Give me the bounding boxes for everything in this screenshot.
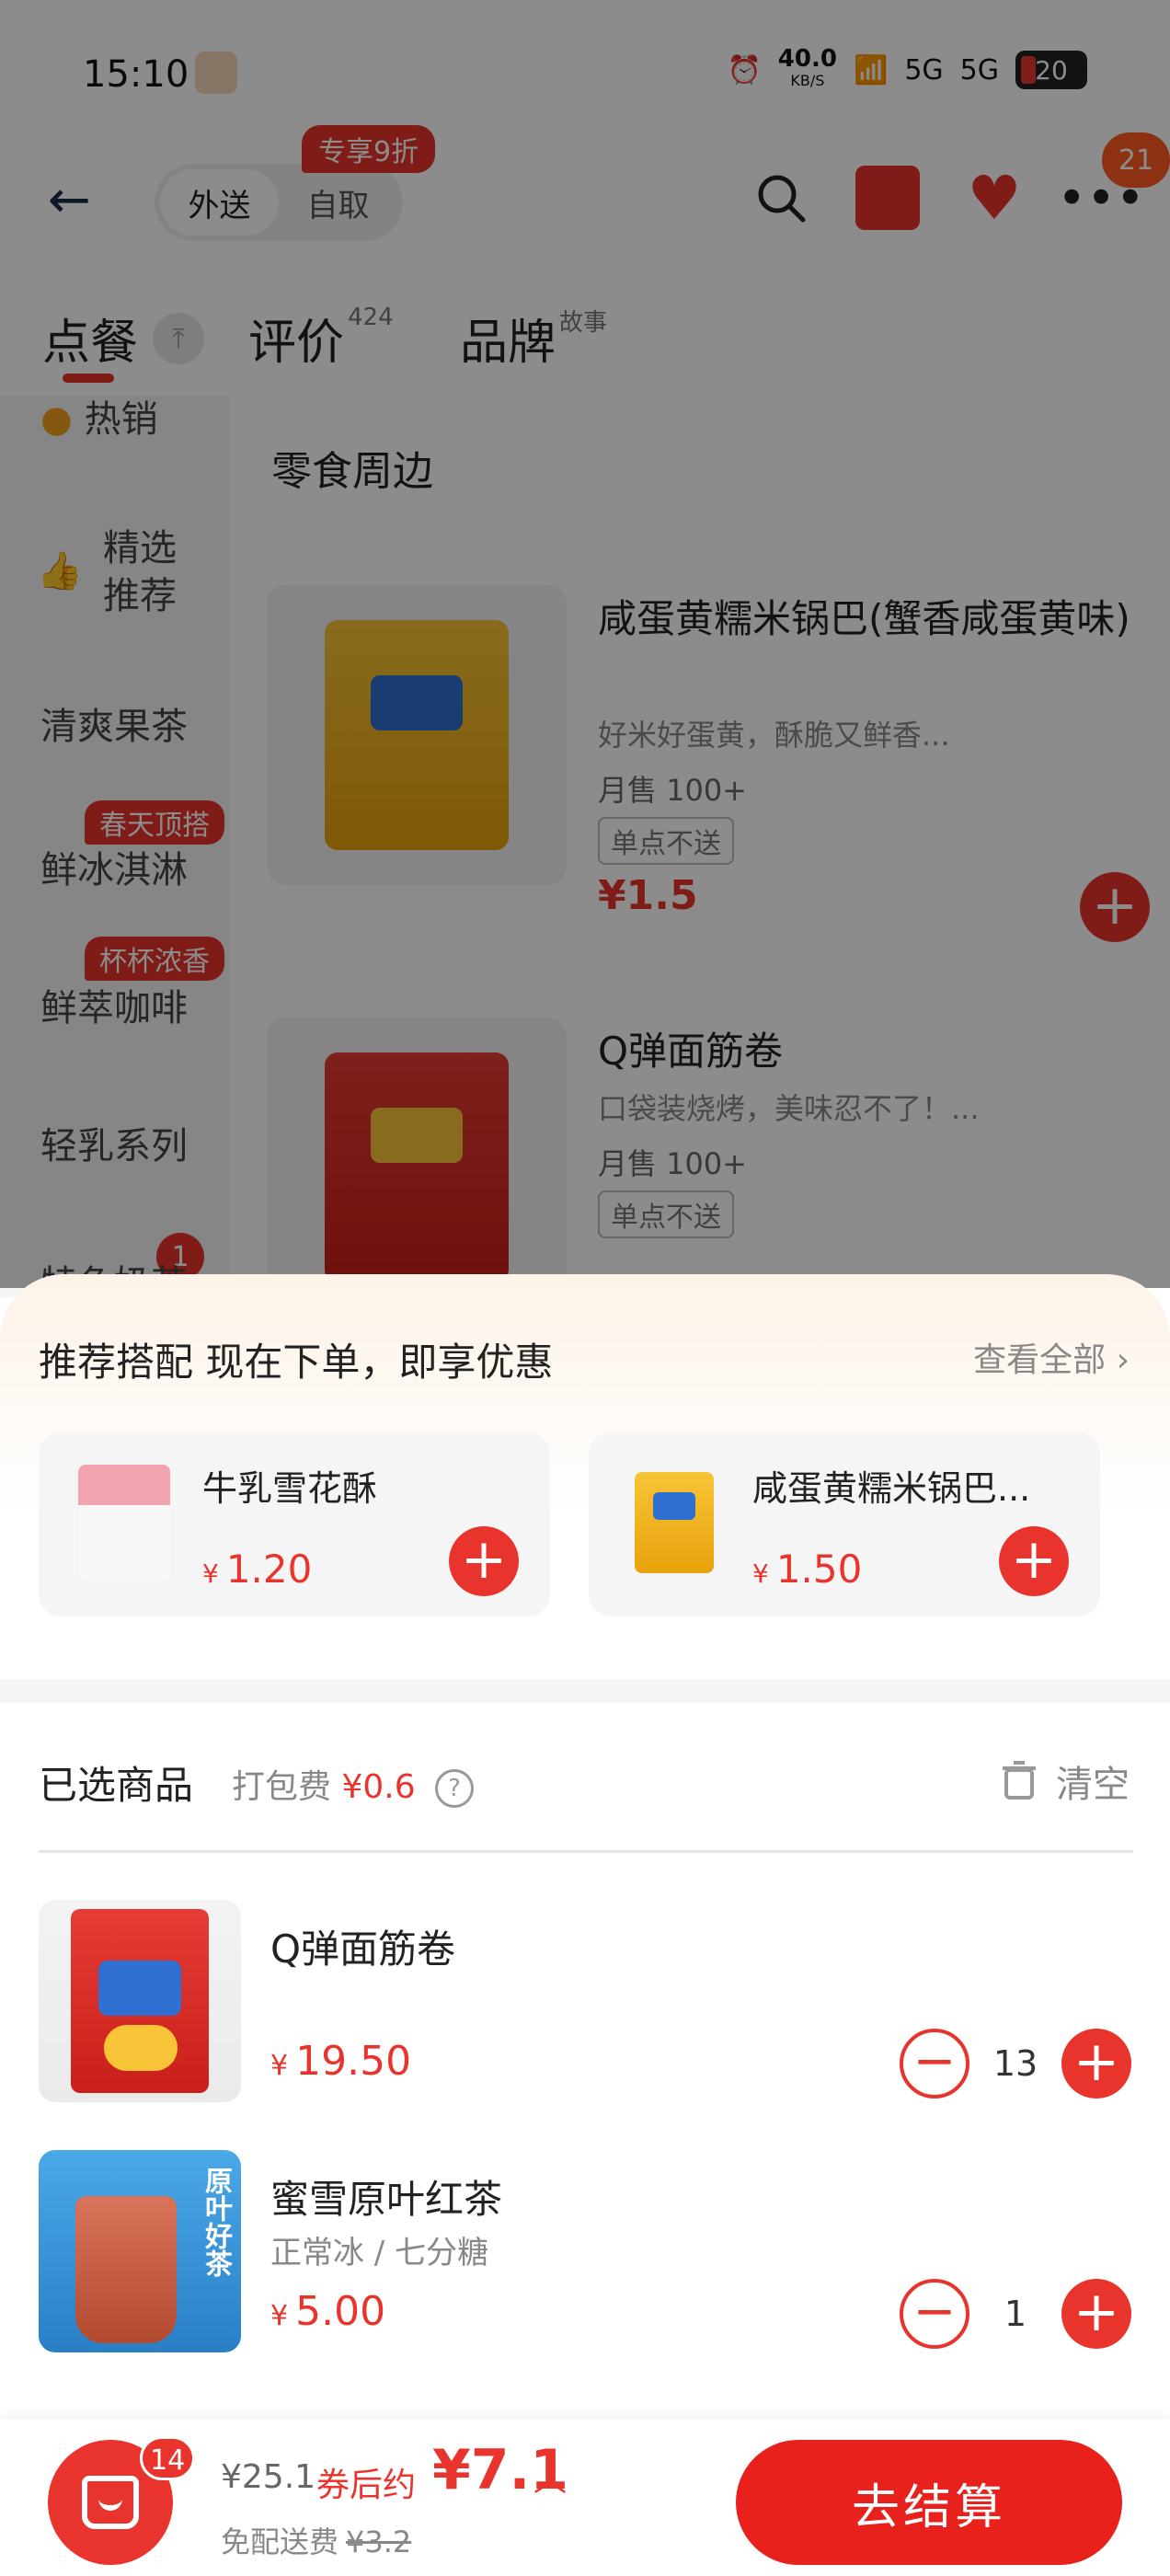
recommend-card[interactable]: 咸蛋黄糯米锅巴... ¥1.50 + xyxy=(589,1432,1100,1616)
delivery-original-fee: ¥3.2 xyxy=(346,2524,412,2559)
divider xyxy=(39,1850,1133,1853)
recommend-add-button[interactable]: + xyxy=(999,1526,1069,1596)
quantity-stepper: − 13 + xyxy=(900,2029,1131,2099)
cart-item: 原叶好茶 蜜雪原叶红茶 正常冰 / 七分糖 ¥5.00 − 1 + xyxy=(0,2150,1170,2362)
increase-button[interactable]: + xyxy=(1061,2279,1131,2349)
cart-sheet: 推荐搭配 现在下单，即享优惠 查看全部 › 牛乳雪花酥 ¥1.20 + 咸蛋黄糯… xyxy=(0,1274,1170,2576)
selected-title: 已选商品 xyxy=(39,1763,194,1808)
packing-fee-amount: ¥0.6 xyxy=(341,1768,416,1806)
decrease-button[interactable]: − xyxy=(900,2279,969,2349)
trash-icon xyxy=(1003,1761,1036,1800)
recommend-image xyxy=(614,1458,734,1587)
recommend-section: 推荐搭配 现在下单，即享优惠 查看全部 › 牛乳雪花酥 ¥1.20 + 咸蛋黄糯… xyxy=(0,1274,1170,1679)
checkout-button[interactable]: 去结算 xyxy=(736,2440,1122,2565)
quantity-stepper: − 1 + xyxy=(900,2279,1131,2349)
recommend-card[interactable]: 牛乳雪花酥 ¥1.20 + xyxy=(39,1432,550,1616)
increase-button[interactable]: + xyxy=(1061,2029,1131,2099)
recommend-name: 牛乳雪花酥 xyxy=(202,1468,378,1509)
view-all-link[interactable]: 查看全部 › xyxy=(973,1333,1130,1381)
coupon-label: 券后约 xyxy=(316,2467,417,2504)
section-gap xyxy=(0,1679,1170,1703)
cart-item-name: Q弹面筋卷 xyxy=(270,1926,456,1972)
chevron-up-icon[interactable]: ︿ xyxy=(533,2453,567,2501)
recommend-price: ¥1.20 xyxy=(202,1547,313,1592)
shopping-bag-icon xyxy=(82,2476,139,2529)
delivery-fee: 免配送费 ¥3.2 xyxy=(221,2524,412,2559)
checkout-bar: 14 ¥25.1 券后约 ¥7.1 ︿ 免配送费 ¥3.2 去结算 xyxy=(0,2420,1170,2576)
selected-header: 已选商品 打包费 ¥0.6 ? 清空 xyxy=(0,1703,1170,1841)
decrease-button[interactable]: − xyxy=(900,2029,969,2099)
recommend-name: 咸蛋黄糯米锅巴... xyxy=(752,1468,1031,1509)
cart-item-price: ¥19.50 xyxy=(270,2038,412,2085)
cart-item: Q弹面筋卷 ¥19.50 − 13 + xyxy=(0,1900,1170,2111)
chevron-right-icon: › xyxy=(1116,1341,1130,1379)
cart-item-name: 蜜雪原叶红茶 xyxy=(270,2177,503,2222)
recommend-image xyxy=(64,1458,184,1587)
quantity-value: 13 xyxy=(992,2043,1038,2084)
quantity-value: 1 xyxy=(1004,2294,1027,2334)
original-total: ¥25.1 xyxy=(221,2458,316,2496)
recommend-price: ¥1.50 xyxy=(752,1547,863,1592)
cart-item-image xyxy=(39,1900,241,2102)
cart-item-price: ¥5.00 xyxy=(270,2288,386,2335)
cart-item-image: 原叶好茶 xyxy=(39,2150,241,2352)
help-icon[interactable]: ? xyxy=(435,1769,475,1808)
recommend-title: 推荐搭配 现在下单，即享优惠 xyxy=(39,1340,554,1385)
packing-fee: 打包费 ¥0.6 ? xyxy=(232,1760,475,1808)
cart-count-badge: 14 xyxy=(140,2436,196,2480)
recommend-add-button[interactable]: + xyxy=(449,1526,519,1596)
dim-overlay[interactable] xyxy=(0,0,1170,1288)
cart-item-spec: 正常冰 / 七分糖 xyxy=(270,2235,489,2271)
clear-cart-button[interactable]: 清空 xyxy=(1001,1754,1130,1808)
